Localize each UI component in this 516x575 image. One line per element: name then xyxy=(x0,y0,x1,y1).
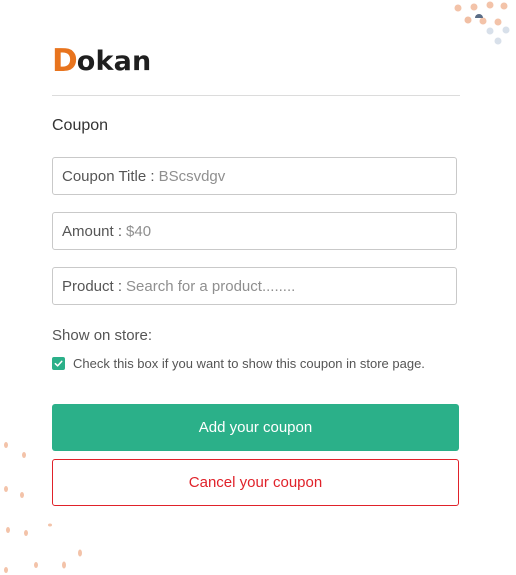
logo-text: okan xyxy=(76,45,152,77)
add-coupon-button[interactable]: Add your coupon xyxy=(52,404,459,451)
show-in-store-checkbox-row: Check this box if you want to show this … xyxy=(52,356,425,371)
amount-value: $40 xyxy=(126,222,152,240)
coupon-title-field[interactable]: Coupon Title : BScsvdgv xyxy=(52,157,457,195)
product-label: Product : xyxy=(62,277,123,295)
dokan-logo: D okan xyxy=(52,44,151,78)
product-search-field[interactable]: Product : Search for a product........ xyxy=(52,267,457,305)
decorative-dots-top-right xyxy=(454,1,510,45)
amount-label: Amount : xyxy=(62,222,123,240)
logo-letter-d: D xyxy=(52,42,78,79)
cancel-coupon-button[interactable]: Cancel your coupon xyxy=(52,459,459,506)
coupon-title-label: Coupon Title : xyxy=(62,167,155,185)
header-divider xyxy=(52,95,460,96)
amount-field[interactable]: Amount : $40 xyxy=(52,212,457,250)
checkmark-icon xyxy=(54,360,63,367)
product-search-placeholder: Search for a product........ xyxy=(126,277,296,295)
show-in-store-checkbox[interactable] xyxy=(52,357,65,370)
section-title: Coupon xyxy=(52,117,109,134)
coupon-title-value: BScsvdgv xyxy=(158,167,226,185)
show-on-store-label: Show on store: xyxy=(52,327,153,344)
checkbox-text: Check this box if you want to show this … xyxy=(73,356,425,371)
